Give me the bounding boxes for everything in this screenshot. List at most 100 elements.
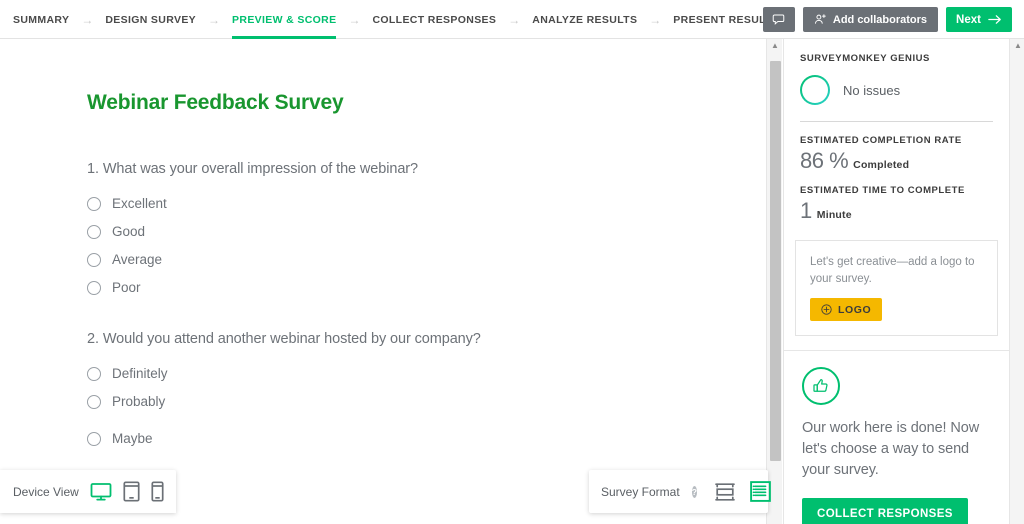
genius-status-row: No issues <box>800 75 993 105</box>
question-block: 2. Would you attend another webinar host… <box>87 331 766 446</box>
device-view-mobile-button[interactable] <box>151 481 164 502</box>
radio-button-icon[interactable] <box>87 196 101 211</box>
completion-rate-value: 86 % <box>800 148 849 173</box>
comment-icon <box>773 14 785 25</box>
add-collaborators-button[interactable]: Add collaborators <box>802 7 938 32</box>
survey-title: Webinar Feedback Survey <box>87 91 344 114</box>
add-collaborators-label: Add collaborators <box>832 13 927 26</box>
nav-step-design-survey[interactable]: DESIGN SURVEY <box>95 0 206 39</box>
time-to-complete-heading: ESTIMATED TIME TO COMPLETE <box>800 185 965 196</box>
nav-step-collect-responses[interactable]: COLLECT RESPONSES <box>362 0 506 39</box>
genius-heading: SURVEYMONKEY GENIUS <box>800 53 930 64</box>
nav-step-label: PREVIEW & SCORE <box>232 13 337 26</box>
add-logo-card: Let's get creative—add a logo to your su… <box>795 240 998 337</box>
all-questions-list-icon <box>750 481 771 502</box>
help-icon[interactable]: ? <box>691 485 697 498</box>
top-nav-actions: Add collaborators Next <box>762 0 1012 39</box>
survey-format-widget: Survey Format ? <box>589 470 771 513</box>
choice-label: Good <box>112 224 146 239</box>
choice-option[interactable]: Definitely <box>87 366 766 381</box>
nav-step-summary[interactable]: SUMMARY <box>3 0 79 39</box>
choice-option[interactable]: Excellent <box>87 196 766 211</box>
choice-label: Maybe <box>112 431 153 446</box>
nav-arrow-icon: → <box>348 12 361 27</box>
survey-preview-page: SUMMARY → DESIGN SURVEY → PREVIEW & SCOR… <box>0 0 1024 524</box>
one-question-at-a-time-icon <box>715 482 735 501</box>
add-person-icon <box>814 14 826 24</box>
choice-label: Poor <box>112 280 141 295</box>
nav-arrow-icon: → <box>649 12 662 27</box>
nav-step-label: SUMMARY <box>13 13 70 26</box>
tablet-icon <box>123 481 140 502</box>
completion-rate-value-row: 86 % Completed <box>800 148 993 174</box>
collect-responses-label: COLLECT RESPONSES <box>817 507 953 520</box>
nav-arrow-icon: → <box>81 12 94 27</box>
plus-circle-icon <box>821 304 832 315</box>
time-to-complete-unit: Minute <box>816 209 852 221</box>
choice-label: Definitely <box>112 366 168 381</box>
question-text: 2. Would you attend another webinar host… <box>87 331 481 347</box>
mobile-icon <box>151 481 164 502</box>
completion-rate-block: ESTIMATED COMPLETION RATE 86 % Completed <box>784 122 1009 174</box>
device-view-tablet-button[interactable] <box>123 481 140 502</box>
survey-preview-canvas: Webinar Feedback Survey 1. What was your… <box>0 39 766 524</box>
choice-option[interactable]: Good <box>87 224 766 239</box>
add-logo-button-label: LOGO <box>838 303 872 316</box>
scrollbar-thumb[interactable] <box>770 61 781 461</box>
next-button[interactable]: Next <box>946 7 1012 32</box>
radio-button-icon[interactable] <box>87 280 101 295</box>
top-navigation-bar: SUMMARY → DESIGN SURVEY → PREVIEW & SCOR… <box>0 0 1024 39</box>
completion-rate-heading: ESTIMATED COMPLETION RATE <box>800 135 962 146</box>
nav-arrow-icon: → <box>508 12 521 27</box>
add-logo-message: Let's get creative—add a logo to your su… <box>810 256 975 285</box>
workflow-steps: SUMMARY → DESIGN SURVEY → PREVIEW & SCOR… <box>0 0 789 39</box>
next-button-label: Next <box>956 13 981 26</box>
choice-label: Probably <box>112 394 166 409</box>
nav-step-analyze-results[interactable]: ANALYZE RESULTS <box>522 0 647 39</box>
choice-label: Excellent <box>112 196 167 211</box>
nav-arrow-icon: → <box>208 12 221 27</box>
device-view-desktop-button[interactable] <box>90 482 112 502</box>
radio-button-icon[interactable] <box>87 394 101 409</box>
survey-format-all-questions-button[interactable] <box>750 481 771 502</box>
nav-step-preview-and-score[interactable]: PREVIEW & SCORE <box>222 0 346 39</box>
collect-responses-button[interactable]: COLLECT RESPONSES <box>802 498 968 524</box>
arrow-right-icon <box>988 15 1001 24</box>
genius-section: SURVEYMONKEY GENIUS No issues <box>784 39 1009 105</box>
page-scrollbar[interactable]: ▲ <box>1009 39 1024 524</box>
radio-button-icon[interactable] <box>87 431 101 446</box>
question-text: 1. What was your overall impression of t… <box>87 161 418 177</box>
add-logo-button[interactable]: LOGO <box>810 298 883 322</box>
right-sidebar: SURVEYMONKEY GENIUS No issues ESTIMATED … <box>783 39 1009 524</box>
survey-done-panel: Our work here is done! Now let's choose … <box>784 351 1009 524</box>
choice-option[interactable]: Probably <box>87 394 766 409</box>
survey-format-one-question-button[interactable] <box>714 482 736 502</box>
nav-step-label: COLLECT RESPONSES <box>372 13 497 26</box>
preview-scrollbar[interactable]: ▲ <box>766 39 782 524</box>
comment-button[interactable] <box>762 7 795 32</box>
completion-rate-unit: Completed <box>853 159 910 171</box>
device-view-label: Device View <box>13 484 79 499</box>
time-to-complete-value: 1 <box>800 198 812 223</box>
genius-status-label: No issues <box>843 82 901 98</box>
time-to-complete-value-row: 1 Minute <box>800 198 993 224</box>
page-scroll-up-arrow-icon[interactable]: ▲ <box>1010 41 1024 51</box>
nav-step-label: DESIGN SURVEY <box>105 13 197 26</box>
survey-body: Webinar Feedback Survey 1. What was your… <box>0 39 766 446</box>
desktop-icon <box>90 482 112 500</box>
choice-option[interactable]: Poor <box>87 280 766 295</box>
device-view-widget: Device View <box>0 470 176 513</box>
choice-option[interactable]: Average <box>87 252 766 267</box>
nav-step-label: ANALYZE RESULTS <box>532 13 638 26</box>
radio-button-icon[interactable] <box>87 224 101 239</box>
survey-done-message: Our work here is done! Now let's choose … <box>802 420 980 478</box>
radio-button-icon[interactable] <box>87 366 101 381</box>
time-to-complete-block: ESTIMATED TIME TO COMPLETE 1 Minute <box>784 174 1009 224</box>
radio-button-icon[interactable] <box>87 252 101 267</box>
genius-score-ring-icon <box>800 75 830 105</box>
scroll-up-arrow-icon[interactable]: ▲ <box>767 41 783 51</box>
survey-format-label: Survey Format <box>601 484 680 499</box>
thumbs-up-badge <box>802 367 840 406</box>
choice-label: Average <box>112 252 163 267</box>
choice-option[interactable]: Maybe <box>87 431 766 446</box>
